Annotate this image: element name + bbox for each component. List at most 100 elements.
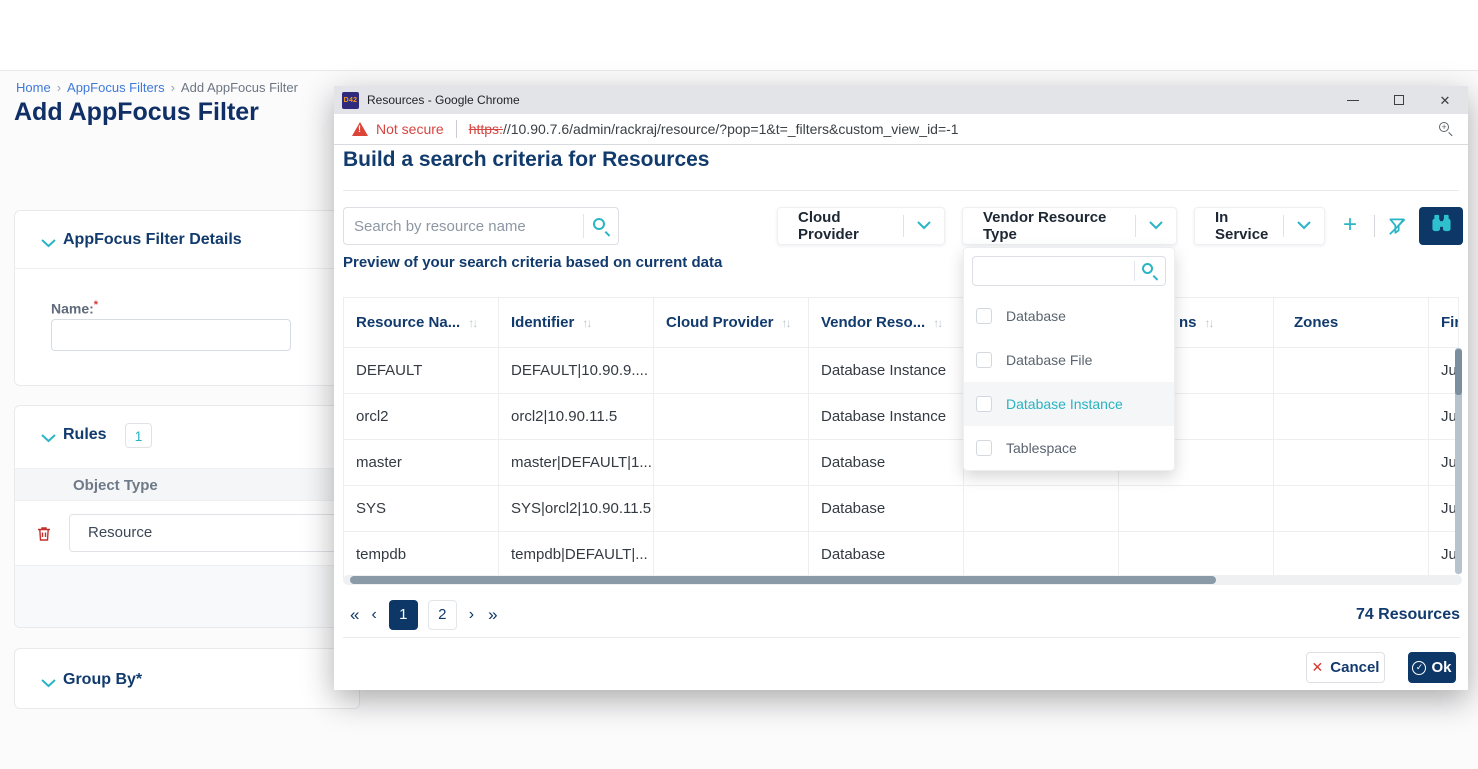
column-identifier[interactable]: Identifier↑↓ [499,298,654,348]
chevron-down-icon [41,235,56,253]
total-resources-count: 74 Resources [1356,606,1460,624]
vertical-scrollbar-thumb[interactable] [1455,349,1462,395]
chevron-down-icon [41,675,56,693]
page-title: Add AppFocus Filter [14,98,259,127]
chrome-popup-window: D42 Resources - Google Chrome ✕ Not secu… [334,86,1468,690]
name-label: Name:* [51,299,98,317]
sort-icon: ↑↓ [1205,316,1213,330]
resource-search-input[interactable] [344,218,583,235]
preview-caption: Preview of your search criteria based on… [343,254,722,271]
page-1-button[interactable]: 1 [389,600,418,630]
checkbox[interactable] [976,308,992,324]
breadcrumb-separator: › [171,80,175,95]
name-field[interactable] [51,319,291,351]
url-text[interactable]: https://10.90.7.6/admin/rackraj/resource… [469,121,959,137]
minimize-button[interactable] [1330,86,1376,114]
not-secure-label[interactable]: Not secure [376,121,444,137]
url-divider [456,120,457,138]
vendor-resource-type-filter-label: Vendor Resource Type [963,209,1135,243]
column-cloud-provider[interactable]: Cloud Provider↑↓ [654,298,809,348]
sort-icon: ↑↓ [582,316,590,330]
trash-icon[interactable] [35,525,53,543]
dropdown-search-box [972,256,1166,286]
table-header-row: Resource Na...↑↓ Identifier↑↓ Cloud Prov… [344,298,1459,348]
required-asterisk: * [94,299,98,311]
rules-card-footer [15,565,359,627]
cancel-button[interactable]: ✕ Cancel [1306,652,1385,683]
breadcrumb-separator: › [57,80,61,95]
rules-card-header[interactable]: Rules 1 [15,406,359,464]
search-icon[interactable] [584,208,618,244]
rule-row: Resource [15,501,359,566]
resources-table: Resource Na...↑↓ Identifier↑↓ Cloud Prov… [343,297,1459,578]
table-row[interactable]: orcl2orcl2|10.90.11.5Database InstanceJu [344,394,1459,440]
rules-card-title: Rules [63,426,107,444]
dropdown-option-tablespace[interactable]: Tablespace [964,426,1174,470]
in-service-filter-button[interactable]: In Service [1194,207,1325,245]
last-page-button[interactable]: » [481,605,502,625]
url-scheme: https: [469,121,503,137]
next-page-button[interactable]: › [462,606,481,624]
object-type-select[interactable]: Resource [69,514,348,552]
minimize-icon [1347,100,1359,101]
column-resource-name[interactable]: Resource Na...↑↓ [344,298,499,348]
group-by-title: Group By* [63,671,142,689]
column-first-detected[interactable]: Firs [1429,298,1459,348]
object-type-header: Object Type [15,468,359,501]
column-zones[interactable]: Zones [1274,298,1429,348]
checkbox[interactable] [976,352,992,368]
vendor-resource-type-filter-button[interactable]: Vendor Resource Type [962,207,1177,245]
maximize-icon [1394,95,1404,105]
add-filter-icon[interactable]: + [1338,214,1362,238]
vendor-resource-type-dropdown: Database Database File Database Instance… [963,247,1175,471]
page-2-button[interactable]: 2 [428,600,457,630]
dropdown-option-database-instance[interactable]: Database Instance [964,382,1174,426]
first-page-button[interactable]: « [343,605,364,625]
search-resources-button[interactable] [1419,207,1463,245]
checkbox[interactable] [976,440,992,456]
heading-divider [343,190,1459,191]
rules-count-badge: 1 [125,423,152,448]
close-icon: ✕ [1312,659,1324,676]
sort-icon: ↑↓ [782,316,790,330]
d42-favicon: D42 [342,92,359,109]
clear-filter-icon[interactable] [1386,215,1408,237]
chevron-down-icon [1284,217,1324,235]
table-row[interactable]: DEFAULTDEFAULT|10.90.9....Database Insta… [344,348,1459,394]
dropdown-search-input[interactable] [973,263,1134,279]
horizontal-scrollbar[interactable] [343,575,1462,585]
zoom-page-icon[interactable]: + [1438,121,1454,137]
cloud-provider-filter-button[interactable]: Cloud Provider [777,207,945,245]
cloud-provider-filter-label: Cloud Provider [778,209,889,243]
check-circle-icon: ✓ [1412,661,1426,675]
breadcrumb: Home › AppFocus Filters › Add AppFocus F… [16,80,298,95]
column-vendor-resource-type[interactable]: Vendor Reso...↑↓ [809,298,964,348]
dropdown-option-database-file[interactable]: Database File [964,338,1174,382]
chevron-down-icon [904,217,944,235]
close-button[interactable]: ✕ [1422,86,1468,114]
horizontal-scrollbar-thumb[interactable] [350,576,1216,584]
screen: Home › AppFocus Filters › Add AppFocus F… [0,0,1478,769]
chevron-down-icon [1136,217,1176,235]
binoculars-icon [1430,213,1453,239]
breadcrumb-appfocus-filters[interactable]: AppFocus Filters [67,80,165,95]
table-row[interactable]: SYSSYS|orcl2|10.90.11.5DatabaseJu [344,486,1459,532]
window-title: Resources - Google Chrome [367,93,520,107]
dropdown-option-database[interactable]: Database [964,294,1174,338]
table-row[interactable]: tempdbtempdb|DEFAULT|...DatabaseJu [344,532,1459,578]
group-by-header[interactable]: Group By* [15,649,359,709]
ok-button[interactable]: ✓ Ok [1408,652,1456,683]
search-icon[interactable] [1135,257,1165,285]
checkbox[interactable] [976,396,992,412]
table-row[interactable]: mastermaster|DEFAULT|1...DatabaseJu [344,440,1459,486]
appfocus-filter-details-card: AppFocus Filter Details Name:* [14,210,360,386]
vertical-scrollbar[interactable] [1455,348,1462,574]
maximize-button[interactable] [1376,86,1422,114]
previous-page-button[interactable]: ‹ [364,606,383,624]
details-card-header[interactable]: AppFocus Filter Details [15,211,359,269]
address-bar[interactable]: Not secure https://10.90.7.6/admin/rackr… [334,114,1468,145]
breadcrumb-home[interactable]: Home [16,80,51,95]
chevron-down-icon [41,430,56,448]
warning-icon [352,122,368,136]
group-by-card: Group By* [14,648,360,709]
